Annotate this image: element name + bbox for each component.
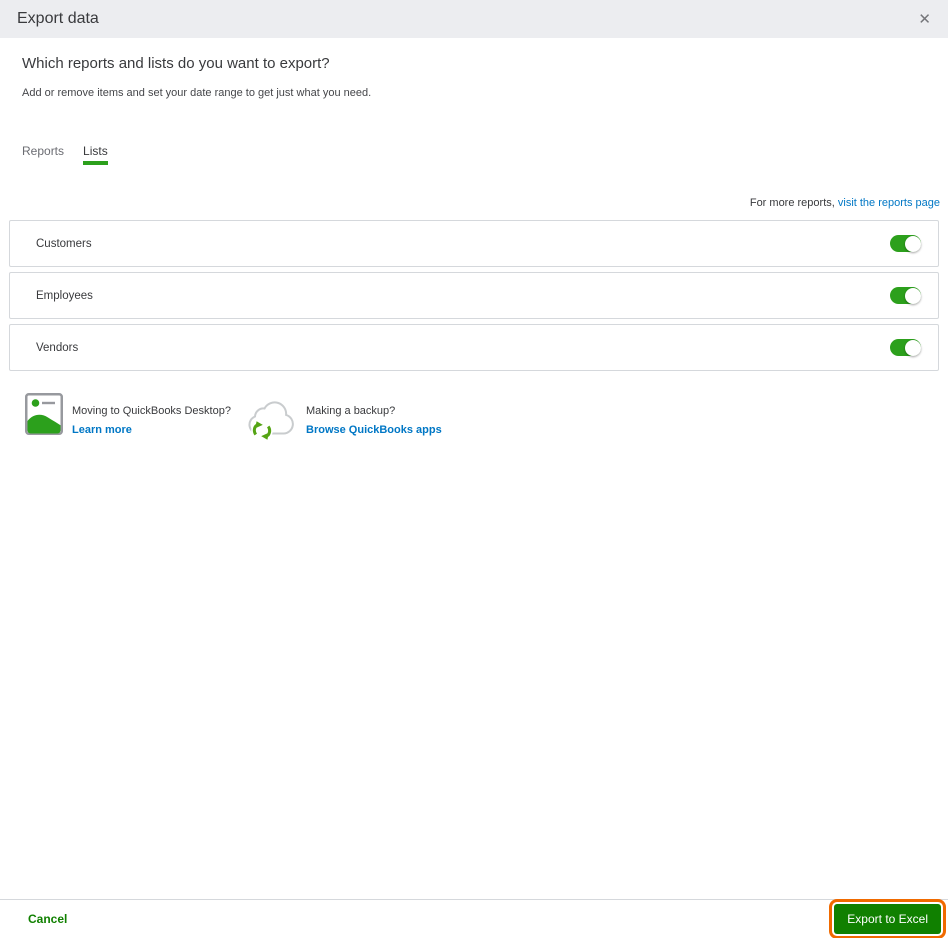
promo-text: Moving to QuickBooks Desktop? Learn more (72, 393, 231, 436)
list-item-employees: Employees (9, 272, 939, 319)
tab-reports[interactable]: Reports (22, 144, 64, 165)
toggle-knob (905, 235, 921, 252)
list-item-label: Customers (36, 237, 92, 250)
list-item-customers: Customers (9, 220, 939, 267)
close-icon[interactable]: ✕ (918, 12, 931, 27)
toggle-knob (905, 287, 921, 304)
export-list: Customers Employees Vendors (9, 220, 939, 371)
toggle-customers[interactable] (890, 235, 921, 252)
export-to-excel-button[interactable]: Export to Excel (829, 899, 946, 938)
toggle-knob (905, 339, 921, 356)
cancel-button[interactable]: Cancel (28, 912, 67, 926)
more-reports-note: For more reports, visit the reports page (0, 197, 940, 209)
cloud-sync-icon (247, 395, 299, 448)
page-title: Which reports and lists do you want to e… (22, 55, 330, 72)
learn-more-link[interactable]: Learn more (72, 424, 231, 436)
promo-text: Making a backup? Browse QuickBooks apps (306, 393, 442, 436)
promo-backup: Making a backup? Browse QuickBooks apps (247, 393, 469, 448)
page-subtitle: Add or remove items and set your date ra… (22, 87, 372, 99)
desktop-export-icon (25, 393, 63, 440)
tab-lists[interactable]: Lists (83, 144, 108, 165)
list-item-vendors: Vendors (9, 324, 939, 371)
promo-section: Moving to QuickBooks Desktop? Learn more (25, 393, 948, 448)
modal-body: Which reports and lists do you want to e… (0, 38, 948, 899)
list-item-label: Vendors (36, 341, 79, 354)
promo-desktop: Moving to QuickBooks Desktop? Learn more (25, 393, 247, 448)
list-item-label: Employees (36, 289, 93, 302)
more-reports-text: For more reports, (749, 197, 838, 209)
modal-header: Export data ✕ (0, 0, 948, 38)
toggle-vendors[interactable] (890, 339, 921, 356)
promo-title: Moving to QuickBooks Desktop? (72, 405, 231, 417)
visit-reports-page-link[interactable]: visit the reports page (838, 197, 940, 209)
modal-footer: Cancel Export to Excel (0, 899, 948, 938)
toggle-employees[interactable] (890, 287, 921, 304)
promo-title: Making a backup? (306, 405, 396, 417)
browse-apps-link[interactable]: Browse QuickBooks apps (306, 424, 442, 436)
modal-title: Export data (17, 10, 99, 27)
tab-bar: Reports Lists (22, 144, 948, 165)
